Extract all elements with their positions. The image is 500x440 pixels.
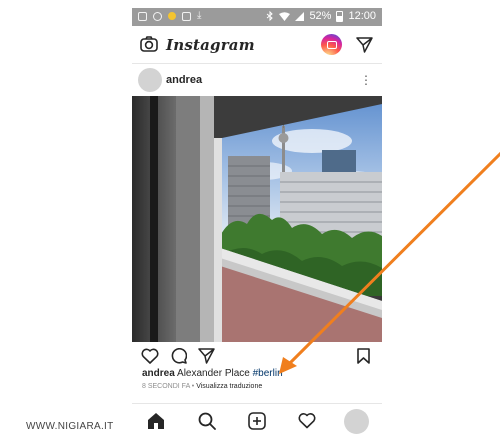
signal-icon: [295, 11, 305, 21]
new-post-icon[interactable]: [248, 412, 266, 435]
app-notification-icon: [168, 12, 176, 20]
wifi-icon: [279, 11, 291, 21]
caption-text: Alexander Place: [174, 368, 253, 379]
instagram-logo: Instagram: [166, 36, 255, 54]
status-time: 12:00: [348, 10, 376, 22]
caption-username[interactable]: andrea: [142, 368, 175, 379]
sync-notification-icon: [153, 11, 162, 21]
download-icon: ⤓: [197, 10, 202, 21]
home-icon[interactable]: [147, 412, 165, 435]
site-watermark: WWW.NIGIARA.IT: [26, 421, 114, 432]
share-icon[interactable]: [198, 348, 215, 369]
app-header: Instagram: [132, 26, 382, 64]
battery-percent: 52%: [309, 10, 332, 22]
bluetooth-icon: [267, 11, 274, 21]
igtv-icon[interactable]: [321, 34, 342, 55]
post-actions: [132, 342, 382, 368]
direct-send-icon[interactable]: [356, 37, 373, 58]
translate-link[interactable]: Visualizza traduzione: [196, 383, 262, 390]
status-bar: ⤓ 52% 12:00: [132, 8, 382, 26]
status-notification-icons: ⤓: [138, 11, 206, 21]
more-vertical-icon[interactable]: ⋮: [360, 71, 372, 89]
activity-heart-icon[interactable]: [298, 412, 316, 434]
status-system-icons: 52% 12:00: [266, 10, 376, 22]
gallery-notification-icon: [138, 11, 147, 21]
image-notification-icon: [182, 11, 191, 21]
post-photo[interactable]: [132, 96, 382, 342]
caption-hashtag[interactable]: #berlin: [253, 368, 283, 379]
post-timestamp: 8 SECONDI FA: [142, 383, 190, 390]
post-caption: andrea Alexander Place #berlin: [142, 368, 283, 379]
phone-screen: ⤓ 52% 12:00 Instagram andrea ⋮ andrea Al…: [132, 8, 382, 440]
camera-icon[interactable]: [140, 36, 158, 57]
profile-avatar[interactable]: [344, 409, 369, 434]
berlin-alexanderplatz-photo: [132, 96, 382, 342]
comment-icon[interactable]: [170, 347, 188, 369]
heart-icon[interactable]: [141, 348, 159, 369]
battery-icon: [336, 10, 344, 22]
avatar[interactable]: [138, 68, 162, 92]
bottom-nav: [132, 403, 382, 440]
post-username[interactable]: andrea: [166, 74, 202, 86]
post-meta: 8 SECONDI FA • Visualizza traduzione: [142, 383, 262, 390]
bookmark-icon[interactable]: [357, 348, 370, 369]
search-icon[interactable]: [198, 412, 216, 435]
